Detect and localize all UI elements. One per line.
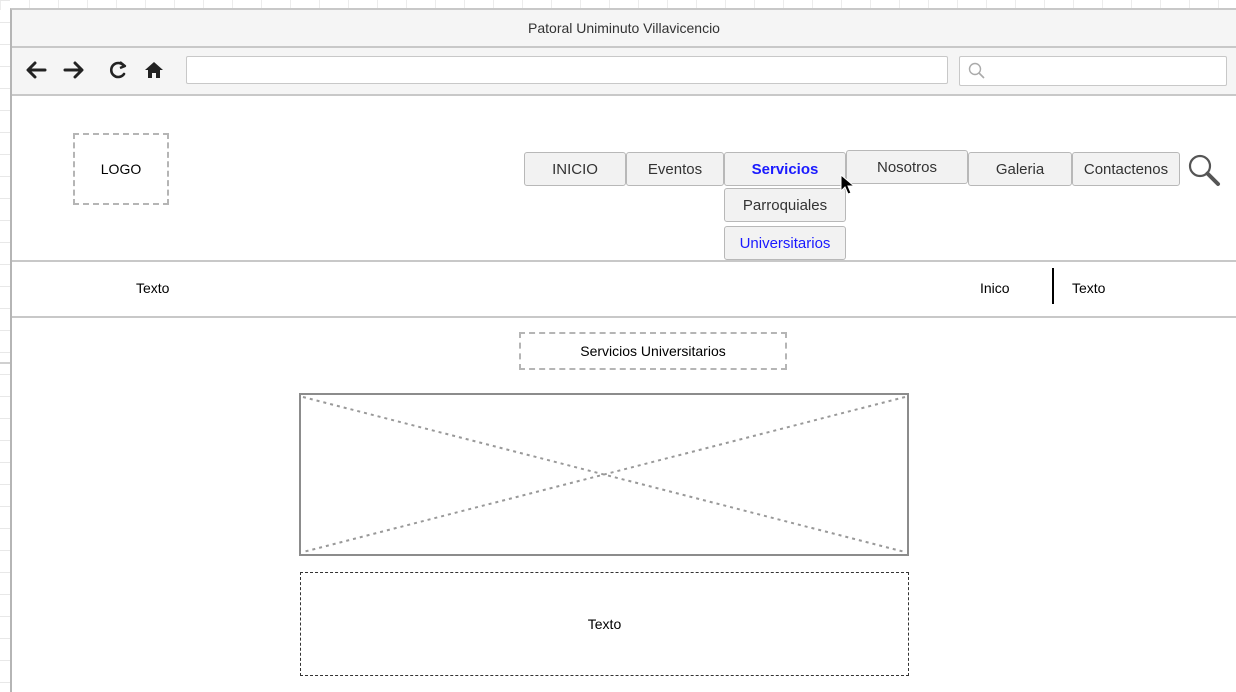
window-title: Patoral Uniminuto Villavicencio xyxy=(528,20,720,36)
menu-item-galeria[interactable]: Galeria xyxy=(968,152,1072,186)
browser-toolbar xyxy=(12,48,1236,96)
search-icon xyxy=(968,62,985,79)
menu-item-nosotros[interactable]: Nosotros xyxy=(846,150,968,184)
submenu-item-parroquiales[interactable]: Parroquiales xyxy=(724,188,846,222)
back-arrow-icon[interactable] xyxy=(24,56,48,84)
reload-icon[interactable] xyxy=(106,56,130,84)
menu-item-servicios[interactable]: Servicios xyxy=(724,152,846,186)
search-input[interactable] xyxy=(959,56,1227,86)
breadcrumb-current: Texto xyxy=(1072,280,1106,296)
section-title: Servicios Universitarios xyxy=(519,332,787,370)
site-header: LOGO INICIO Eventos Servicios Nosotros G… xyxy=(12,96,1236,262)
menu-item-contactenos[interactable]: Contactenos xyxy=(1072,152,1180,186)
logo-label: LOGO xyxy=(100,161,142,177)
breadcrumb-separator xyxy=(1052,268,1054,304)
home-icon[interactable] xyxy=(142,56,166,84)
text-block-label: Texto xyxy=(587,616,622,632)
mouse-pointer-icon xyxy=(840,173,856,199)
browser-window: Patoral Uniminuto Villavicencio LOGO INI… xyxy=(10,8,1236,692)
breadcrumb-left-text: Texto xyxy=(136,280,170,296)
breadcrumb-bar: Texto Inico Texto xyxy=(12,262,1236,318)
menu-item-eventos[interactable]: Eventos xyxy=(626,152,724,186)
canvas-grid-left xyxy=(0,0,10,692)
text-block: Texto xyxy=(300,572,909,676)
section-title-label: Servicios Universitarios xyxy=(580,343,726,359)
image-placeholder-cross xyxy=(302,396,906,553)
forward-arrow-icon[interactable] xyxy=(62,56,86,84)
menu-item-inicio[interactable]: INICIO xyxy=(524,152,626,186)
logo-placeholder: LOGO xyxy=(73,133,169,205)
image-placeholder xyxy=(299,393,909,556)
magnifier-icon[interactable] xyxy=(1186,152,1222,191)
window-titlebar: Patoral Uniminuto Villavicencio xyxy=(12,10,1236,48)
breadcrumb-home-link[interactable]: Inico xyxy=(980,280,1010,296)
submenu-item-universitarios[interactable]: Universitarios xyxy=(724,226,846,260)
url-input[interactable] xyxy=(186,56,948,84)
